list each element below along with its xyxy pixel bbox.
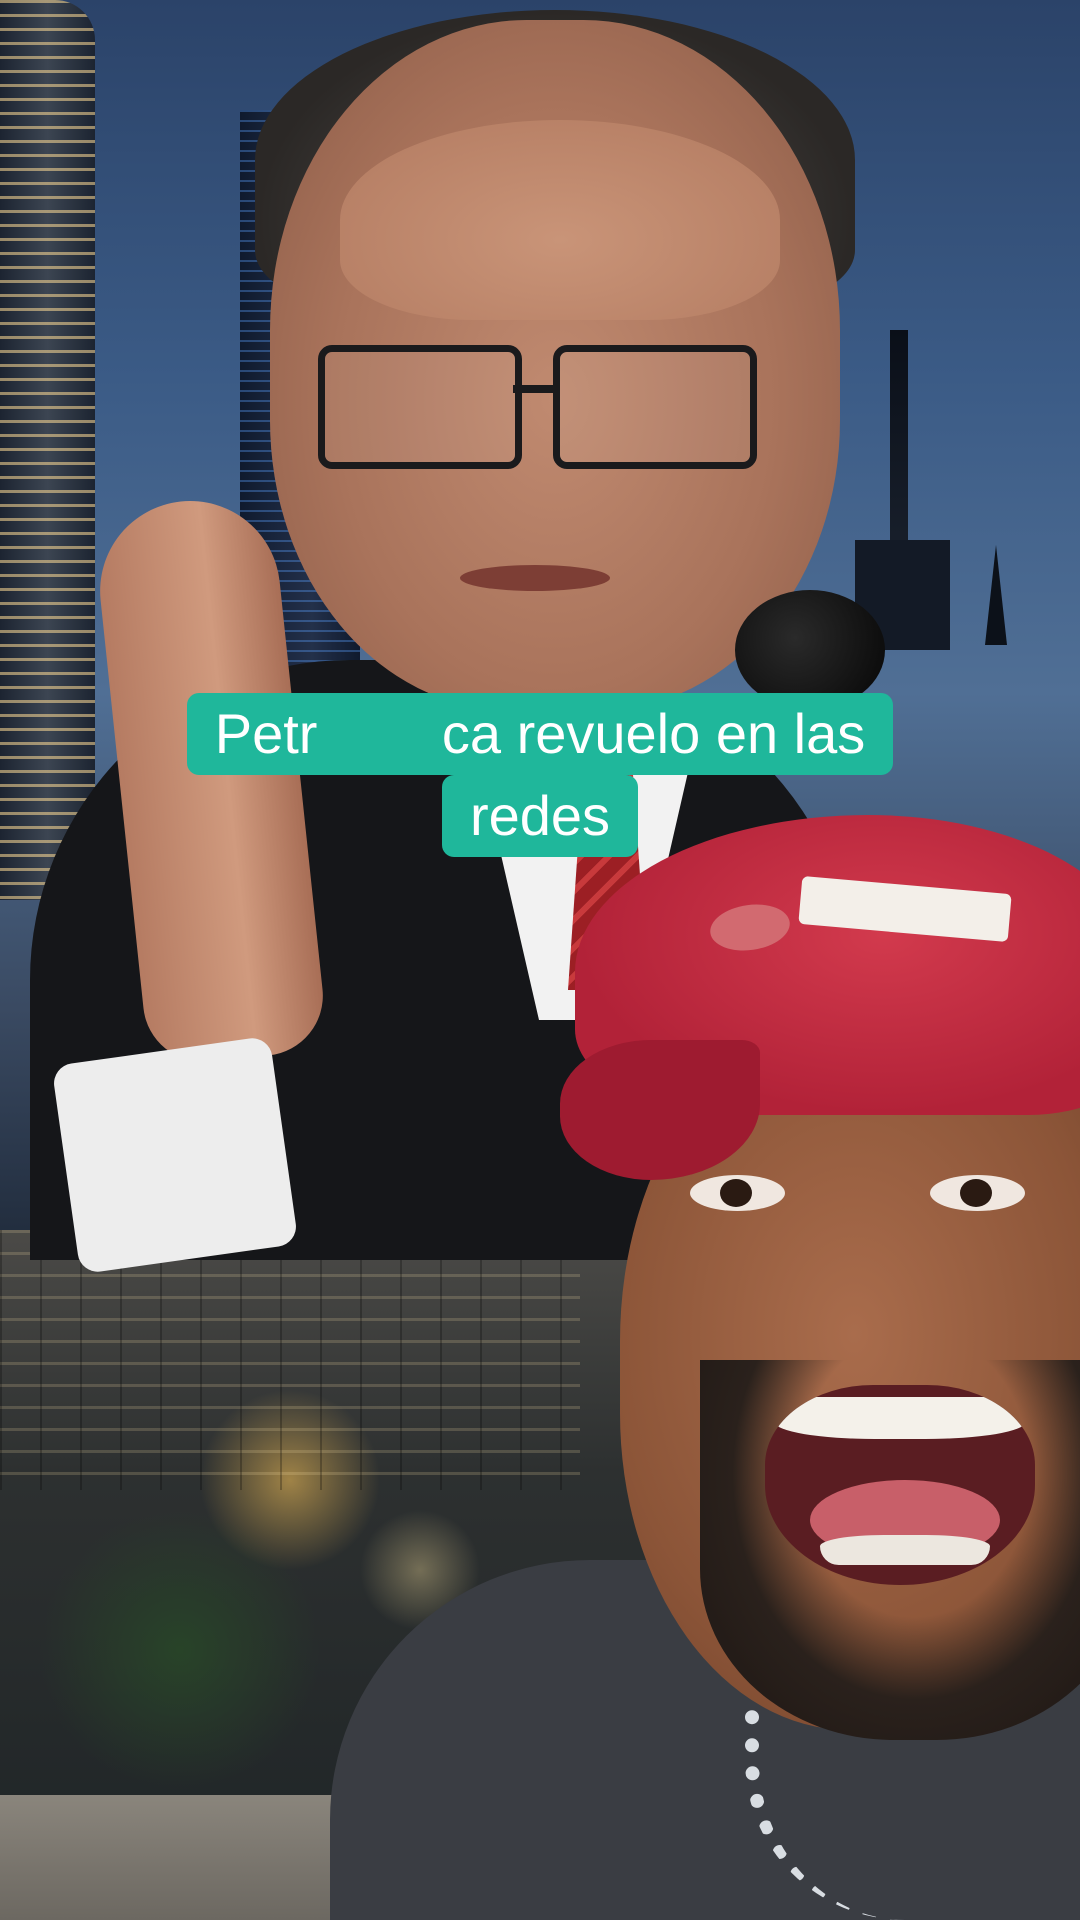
video-caption: Petr ca revuelo en las redes bbox=[0, 693, 1080, 857]
upper-teeth bbox=[775, 1397, 1025, 1439]
open-mouth bbox=[765, 1385, 1035, 1585]
caption-line-1: Petr ca revuelo en las bbox=[186, 693, 894, 775]
video-frame[interactable]: Petr ca revuelo en las redes bbox=[0, 0, 1080, 1920]
caption-line-2: redes bbox=[441, 775, 639, 857]
right-eye bbox=[930, 1175, 1025, 1211]
streamer-cutout bbox=[0, 0, 1080, 1920]
left-eye bbox=[690, 1175, 785, 1211]
lower-teeth bbox=[820, 1535, 990, 1565]
